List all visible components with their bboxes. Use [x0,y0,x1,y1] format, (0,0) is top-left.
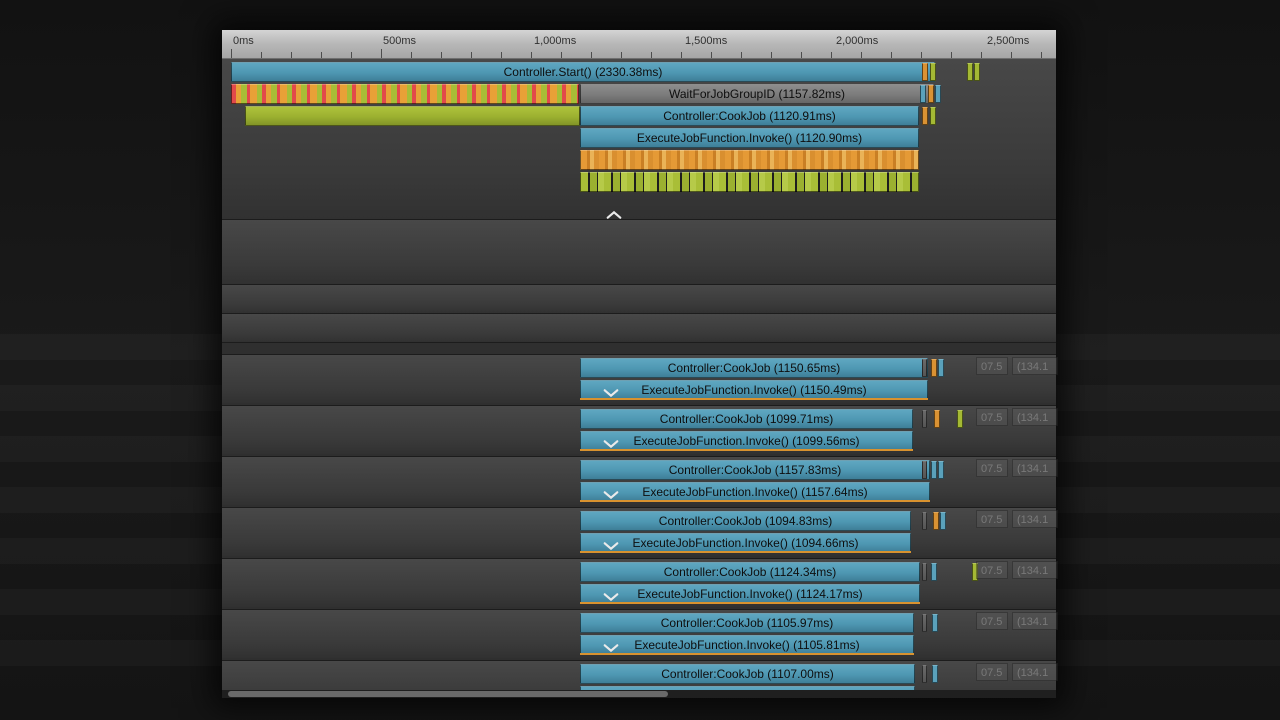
timeline-ruler[interactable]: 0ms 500ms 1,000ms 1,500ms 2,000ms 2,500ms [222,30,1056,59]
flame-sliver[interactable] [957,410,963,428]
overflow-label: (134.1 [1012,612,1058,630]
scrollbar-thumb[interactable] [228,691,668,697]
flame-bar-cookjob[interactable]: Controller:CookJob (1150.65ms) [580,358,928,378]
flame-sliver[interactable] [974,63,980,81]
flame-sliver[interactable] [935,85,941,103]
flame-bar-cookjob[interactable]: Controller:CookJob (1124.34ms) [580,562,920,582]
ruler-tick-label: 1,500ms [685,35,727,47]
flame-bar-striped[interactable] [231,84,579,104]
flame-bar-cookjob[interactable]: Controller:CookJob (1107.00ms) [580,664,915,684]
flame-sliver[interactable] [932,665,938,683]
chevron-down-icon[interactable] [602,540,620,552]
collapsed-lane [222,285,1056,313]
flame-sliver[interactable] [922,359,927,377]
flame-sliver[interactable] [931,461,937,479]
flame-bar-green[interactable] [245,106,580,126]
flame-sliver[interactable] [922,107,928,125]
flame-sliver[interactable] [930,63,936,81]
flame-sliver[interactable] [922,461,927,479]
overflow-label: 07.5 [976,510,1008,528]
overflow-label: (134.1 [1012,357,1058,375]
flame-bar-invoke[interactable]: ExecuteJobFunction.Invoke() (1105.81ms) [580,635,914,655]
flame-sliver[interactable] [920,85,926,103]
flame-bar-cookjob[interactable]: Controller:CookJob (1094.83ms) [580,511,911,531]
chevron-down-icon[interactable] [602,489,620,501]
chevron-down-icon[interactable] [602,591,620,603]
flame-bar-invoke[interactable]: ExecuteJobFunction.Invoke() (1124.17ms) [580,584,920,604]
overflow-label: (134.1 [1012,408,1058,426]
ruler-tick-label: 1,000ms [534,35,576,47]
overflow-label: 07.5 [976,612,1008,630]
ruler-tick-label: 0ms [233,35,254,47]
overflow-label: 07.5 [976,663,1008,681]
flame-sliver[interactable] [931,563,937,581]
flame-sliver[interactable] [922,563,927,581]
flame-sliver[interactable] [940,512,946,530]
flame-bar-cookjob[interactable]: Controller:CookJob (1099.71ms) [580,409,913,429]
flame-bar-waitforjobgroupid[interactable]: WaitForJobGroupID (1157.82ms) [580,84,934,104]
flame-sliver[interactable] [967,63,973,81]
overflow-label: (134.1 [1012,510,1058,528]
overflow-label: 07.5 [976,357,1008,375]
flame-bar-cookjob[interactable]: Controller:CookJob (1157.83ms) [580,460,930,480]
flame-sliver[interactable] [933,512,939,530]
collapsed-lane [222,220,1056,284]
flame-sliver[interactable] [922,410,927,428]
ruler-tick-label: 2,000ms [836,35,878,47]
ruler-tick-label: 2,500ms [987,35,1029,47]
flame-bar-invoke[interactable]: ExecuteJobFunction.Invoke() (1150.49ms) [580,380,928,400]
flame-bar-striped-orange[interactable] [580,150,919,170]
ruler-tick-label: 500ms [383,35,416,47]
flame-bar-invoke[interactable]: ExecuteJobFunction.Invoke() (1099.56ms) [580,431,913,451]
overflow-label: 07.5 [976,561,1008,579]
timeline-tracks[interactable]: Controller.Start() (2330.38ms) WaitForJo… [222,59,1056,698]
flame-bar-controller-start[interactable]: Controller.Start() (2330.38ms) [231,62,935,82]
flame-sliver[interactable] [938,461,944,479]
flame-bar-cookjob[interactable]: Controller:CookJob (1105.97ms) [580,613,914,633]
overflow-label: (134.1 [1012,561,1058,579]
chevron-down-icon[interactable] [602,642,620,654]
flame-sliver[interactable] [934,410,940,428]
flame-sliver[interactable] [931,359,937,377]
flame-bar-invoke-main[interactable]: ExecuteJobFunction.Invoke() (1120.90ms) [580,128,919,148]
overflow-label: (134.1 [1012,663,1058,681]
flame-sliver[interactable] [922,614,927,632]
flame-sliver[interactable] [922,63,928,81]
overflow-label: 07.5 [976,408,1008,426]
flame-bar-invoke[interactable]: ExecuteJobFunction.Invoke() (1157.64ms) [580,482,930,502]
flame-sliver[interactable] [932,614,938,632]
flame-sliver[interactable] [938,359,944,377]
flame-sliver[interactable] [922,665,927,683]
profiler-panel[interactable]: 0ms 500ms 1,000ms 1,500ms 2,000ms 2,500ms Con… [222,30,1056,698]
chevron-up-icon[interactable] [605,209,623,221]
chevron-down-icon[interactable] [602,387,620,399]
flame-sliver[interactable] [928,85,934,103]
chevron-down-icon[interactable] [602,438,620,450]
flame-bar-striped-green[interactable] [580,172,919,192]
flame-sliver[interactable] [922,512,927,530]
horizontal-scrollbar[interactable] [222,690,1056,698]
flame-bar-cookjob-main[interactable]: Controller:CookJob (1120.91ms) [580,106,919,126]
overflow-label: (134.1 [1012,459,1058,477]
flame-bar-invoke[interactable]: ExecuteJobFunction.Invoke() (1094.66ms) [580,533,911,553]
collapsed-lane [222,314,1056,342]
flame-sliver[interactable] [930,107,936,125]
overflow-label: 07.5 [976,459,1008,477]
